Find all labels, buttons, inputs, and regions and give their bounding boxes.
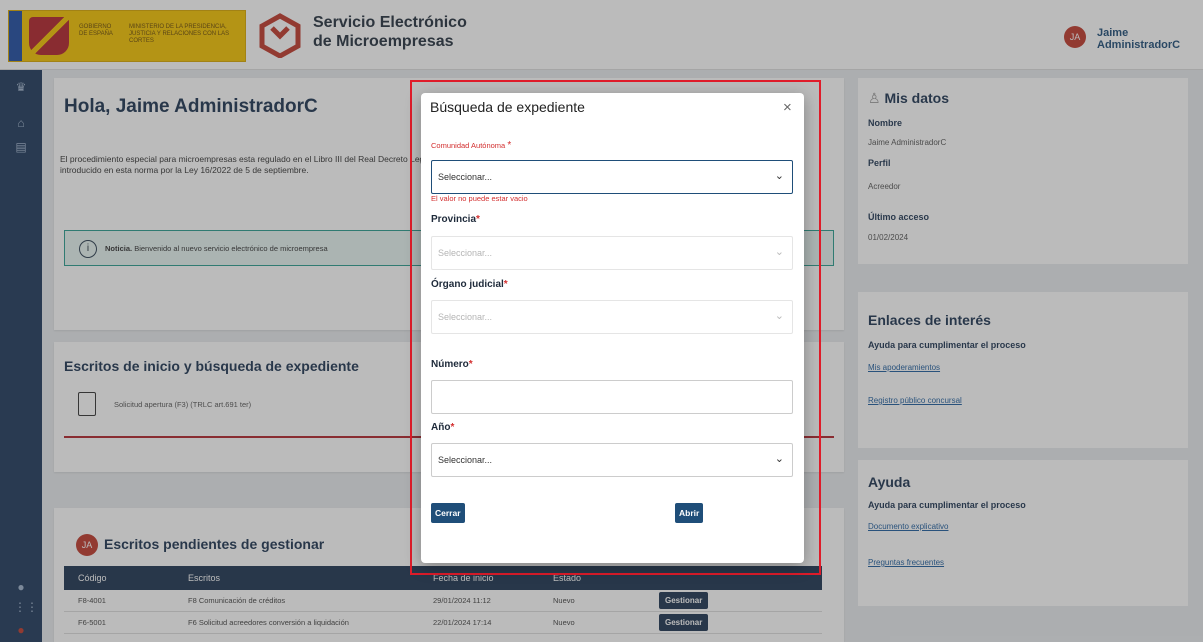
- numero-input[interactable]: [431, 380, 793, 414]
- comunidad-label: Comunidad Autónoma: [431, 141, 506, 150]
- anio-label: Año: [431, 422, 451, 433]
- comunidad-error: El valor no puede estar vacio: [431, 194, 528, 203]
- comunidad-select[interactable]: Seleccionar... ⌄: [431, 160, 793, 194]
- organo-label: Órgano judicial: [431, 279, 504, 290]
- organo-select-value: Seleccionar...: [438, 312, 493, 322]
- modal-title: Búsqueda de expediente: [430, 99, 585, 115]
- required-mark: *: [476, 214, 480, 225]
- anio-select-value: Seleccionar...: [438, 455, 493, 465]
- comunidad-select-value: Seleccionar...: [438, 172, 493, 182]
- provincia-label: Provincia: [431, 214, 477, 225]
- chevron-down-icon: ⌄: [774, 170, 784, 182]
- busqueda-modal: Búsqueda de expediente × Comunidad Autón…: [421, 93, 804, 563]
- cerrar-button[interactable]: Cerrar: [431, 503, 465, 523]
- provincia-select[interactable]: Seleccionar... ⌄: [431, 236, 793, 270]
- required-mark: *: [468, 359, 473, 370]
- numero-label: Número: [431, 359, 469, 370]
- required-mark: *: [503, 279, 508, 290]
- provincia-select-value: Seleccionar...: [438, 248, 493, 258]
- chevron-down-icon: ⌄: [774, 246, 784, 258]
- organo-select[interactable]: Seleccionar... ⌄: [431, 300, 793, 334]
- chevron-down-icon: ⌄: [774, 310, 784, 322]
- abrir-button[interactable]: Abrir: [675, 503, 704, 523]
- required-mark: *: [507, 140, 512, 151]
- chevron-down-icon: ⌄: [774, 453, 784, 465]
- anio-select[interactable]: Seleccionar... ⌄: [431, 443, 793, 477]
- required-mark: *: [450, 422, 455, 433]
- close-icon[interactable]: ×: [783, 99, 792, 116]
